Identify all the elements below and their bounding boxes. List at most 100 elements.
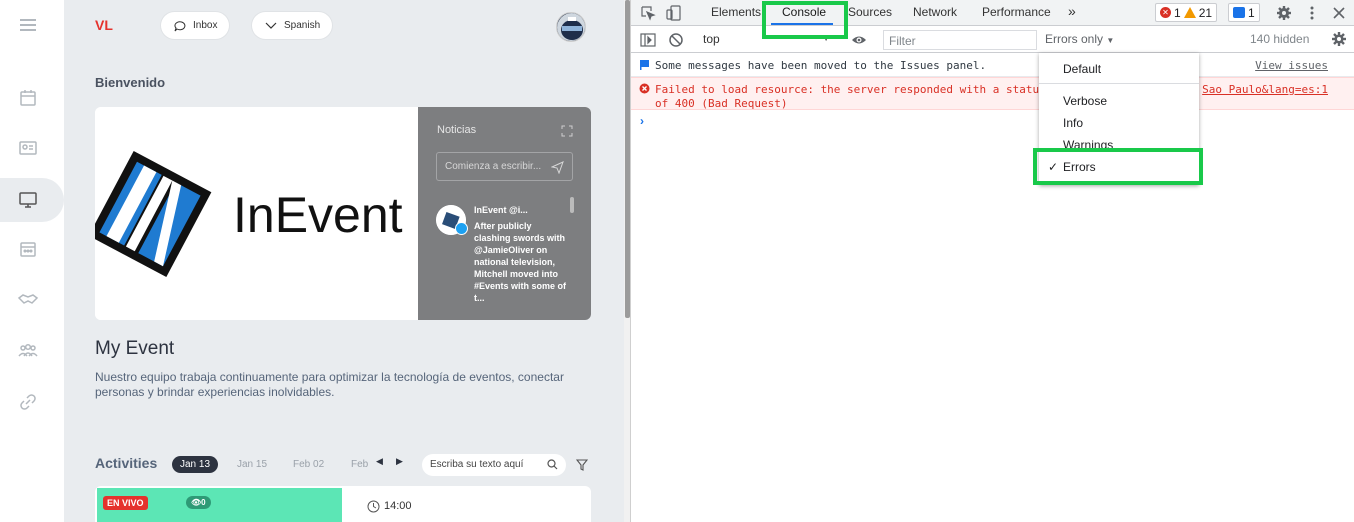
send-icon[interactable] xyxy=(551,161,564,174)
error-warning-counter[interactable]: ✕ 1 21 xyxy=(1155,3,1218,22)
date-tab[interactable]: Jan 15 xyxy=(237,456,267,473)
initials-logo[interactable]: VL xyxy=(95,17,113,33)
avatar[interactable] xyxy=(556,12,586,42)
language-label: Spanish xyxy=(284,20,321,31)
next-date-arrow[interactable]: ▶ xyxy=(396,456,403,467)
clock-icon xyxy=(367,500,380,513)
tab-network[interactable]: Network xyxy=(913,5,957,19)
filter-placeholder: Filter xyxy=(889,34,916,48)
main-content: VL Inbox Spanish Bienvenido InEvent Noti… xyxy=(64,0,624,522)
monitor-icon xyxy=(19,192,37,208)
filter-icon[interactable] xyxy=(575,458,589,471)
language-button[interactable]: Spanish xyxy=(252,12,333,39)
error-source-link[interactable]: Sao Paulo&lang=es:1 xyxy=(1202,83,1328,97)
page-scrollbar[interactable] xyxy=(624,0,631,522)
error-circle-icon xyxy=(639,83,650,94)
more-tabs-icon[interactable]: » xyxy=(1068,3,1076,19)
activity-search-placeholder: Escriba su texto aquí xyxy=(430,459,524,470)
errors-item-highlight xyxy=(1033,148,1203,185)
console-settings-gear-icon[interactable] xyxy=(1331,31,1347,47)
agenda-icon[interactable] xyxy=(17,238,39,260)
device-toolbar-icon[interactable] xyxy=(666,5,682,21)
tab-elements[interactable]: Elements xyxy=(711,5,761,19)
event-description: Nuestro equipo trabaja continuamente par… xyxy=(95,370,564,399)
news-input-placeholder: Comienza a escribir... xyxy=(445,161,542,172)
tweet-text: After publicly clashing swords with @Jam… xyxy=(474,221,567,303)
expand-icon[interactable] xyxy=(561,124,573,137)
error-count: 1 xyxy=(1174,5,1181,20)
event-title: My Event xyxy=(95,338,175,359)
link-icon[interactable] xyxy=(17,391,39,413)
viewer-count-badge: 👁0 xyxy=(186,496,211,509)
filter-input[interactable]: Filter xyxy=(883,30,1037,50)
levels-caret-icon: ▼ xyxy=(1106,36,1115,45)
tweet-author[interactable]: InEvent @i... xyxy=(474,205,528,215)
menu-divider xyxy=(1039,83,1199,84)
twitter-icon xyxy=(455,222,468,235)
menu-icon[interactable] xyxy=(17,14,39,36)
inbox-label: Inbox xyxy=(193,20,218,31)
activity-search-input[interactable]: Escriba su texto aquí xyxy=(422,454,566,476)
news-title: Noticias xyxy=(437,124,477,136)
menu-item-verbose[interactable]: Verbose xyxy=(1063,94,1107,108)
info-message-text: Some messages have been moved to the Iss… xyxy=(655,59,987,72)
sidebar xyxy=(0,0,64,522)
chevron-down-icon xyxy=(265,22,277,29)
inspect-element-icon[interactable] xyxy=(640,5,656,21)
activity-card[interactable]: EN VIVO 👁0 14:00 xyxy=(95,486,591,522)
error-icon: ✕ xyxy=(1160,7,1171,18)
console-message-error: Failed to load resource: the server resp… xyxy=(631,77,1354,110)
log-levels-label: Errors only xyxy=(1045,32,1104,46)
id-card-icon[interactable] xyxy=(17,137,39,159)
inbox-button[interactable]: Inbox xyxy=(161,12,230,39)
event-banner: InEvent Noticias Comienza a escribir... xyxy=(95,107,591,320)
sidebar-item-selected[interactable] xyxy=(0,178,64,222)
hidden-count: 140 hidden xyxy=(1250,32,1310,46)
view-issues-link[interactable]: View issues xyxy=(1255,59,1328,73)
devtools-tab-bar: Elements Console Sources Network Perform… xyxy=(631,0,1354,26)
close-icon[interactable] xyxy=(1331,5,1347,21)
scrollbar-thumb[interactable] xyxy=(625,0,630,318)
news-panel: Noticias Comienza a escribir... InEvent … xyxy=(418,107,591,320)
viewer-count: 0 xyxy=(201,498,206,507)
info-flag-icon xyxy=(639,59,650,70)
welcome-heading: Bienvenido xyxy=(95,75,166,90)
error-message-text: Failed to load resource: the server resp… xyxy=(655,83,1040,110)
clear-console-icon[interactable] xyxy=(668,32,684,48)
menu-item-default[interactable]: Default xyxy=(1063,62,1101,76)
settings-gear-icon[interactable] xyxy=(1276,5,1292,21)
sidebar-toggle-icon[interactable] xyxy=(640,32,656,48)
activity-time: 14:00 xyxy=(384,500,412,512)
handshake-icon[interactable] xyxy=(17,288,39,310)
more-options-icon[interactable] xyxy=(1304,5,1320,21)
inevent-logo: InEvent xyxy=(95,107,418,320)
date-tab[interactable]: Feb xyxy=(351,456,368,473)
tab-performance[interactable]: Performance xyxy=(982,5,1051,19)
event-app: VL Inbox Spanish Bienvenido InEvent Noti… xyxy=(0,0,624,522)
warning-count: 21 xyxy=(1198,5,1213,20)
screen: VL Inbox Spanish Bienvenido InEvent Noti… xyxy=(0,0,1354,522)
console-message-info: Some messages have been moved to the Iss… xyxy=(631,54,1354,77)
eye-icon[interactable] xyxy=(851,32,867,48)
calendar-icon[interactable] xyxy=(17,87,39,109)
warning-icon xyxy=(1183,7,1196,18)
date-tab-active[interactable]: Jan 13 xyxy=(172,456,219,473)
prev-date-arrow[interactable]: ◀ xyxy=(376,456,383,467)
chat-icon xyxy=(174,20,186,31)
issues-counter[interactable]: 1 xyxy=(1228,3,1260,22)
issue-count: 1 xyxy=(1248,5,1255,20)
console-prompt[interactable]: › xyxy=(640,114,644,128)
logo-text: InEvent xyxy=(233,187,403,243)
devtools-panel: Elements Console Sources Network Perform… xyxy=(631,0,1354,522)
live-badge: EN VIVO xyxy=(103,496,148,510)
people-icon[interactable] xyxy=(17,340,39,362)
menu-item-info[interactable]: Info xyxy=(1063,116,1083,130)
console-tab-highlight xyxy=(762,1,848,39)
date-tab[interactable]: Feb 02 xyxy=(293,456,324,473)
news-scrollbar[interactable] xyxy=(570,197,574,213)
news-input[interactable]: Comienza a escribir... xyxy=(436,152,573,181)
tab-sources[interactable]: Sources xyxy=(848,5,892,19)
search-icon[interactable] xyxy=(547,459,558,470)
log-levels-dropdown[interactable]: Errors only ▼ xyxy=(1045,32,1114,46)
issue-icon xyxy=(1233,7,1245,18)
